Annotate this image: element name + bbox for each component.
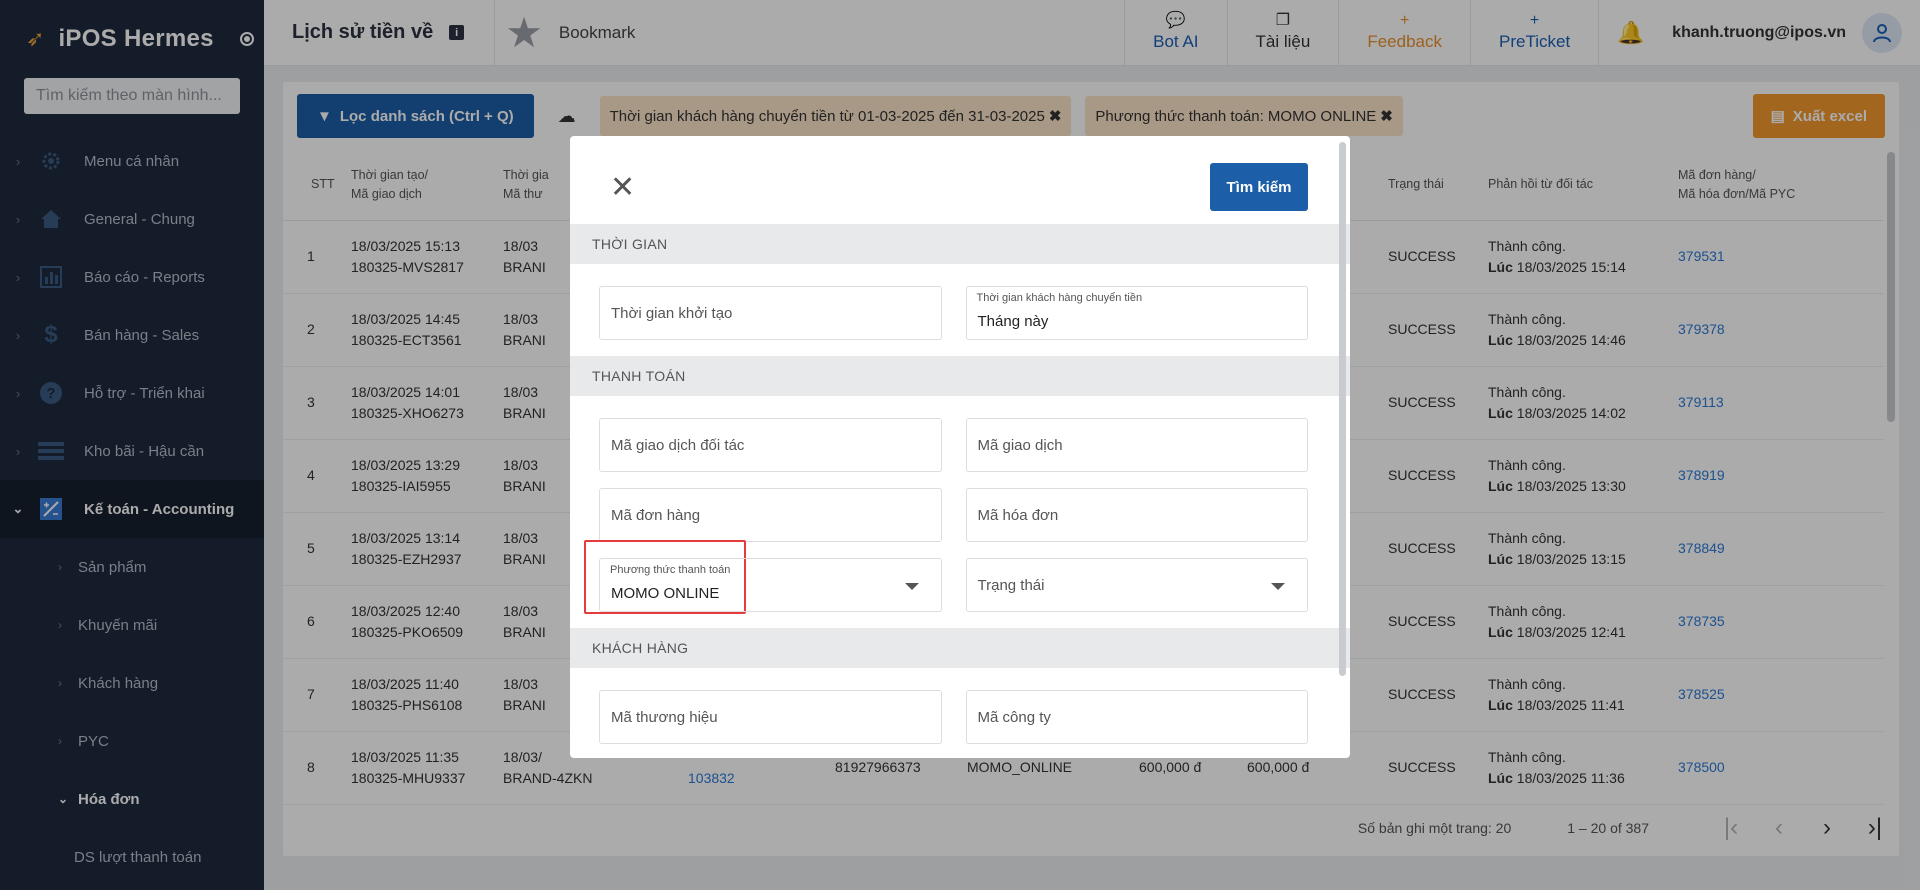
field-placeholder: Mã giao dịch đối tác — [611, 436, 745, 454]
filter-modal: ✕ Tìm kiếm THỜI GIAN Thời gian khởi tạo … — [570, 136, 1350, 758]
status-select[interactable]: Trạng thái — [965, 558, 1308, 612]
form-row: Mã đơn hàng Mã hóa đơn — [570, 488, 1350, 542]
field-placeholder: Thời gian khởi tạo — [611, 304, 733, 322]
field-placeholder: Mã công ty — [977, 708, 1051, 726]
form-row: Thời gian khởi tạo Thời gian khách hàng … — [570, 286, 1350, 340]
dropdown-arrow-icon — [1271, 583, 1285, 590]
section-time: THỜI GIAN — [570, 224, 1350, 264]
field-value: Tháng này — [977, 312, 1049, 330]
partner-tx-field[interactable]: Mã giao dịch đối tác — [599, 418, 942, 472]
created-time-field[interactable]: Thời gian khởi tạo — [599, 286, 942, 340]
section-payment: THANH TOÁN — [570, 356, 1350, 396]
close-icon[interactable]: ✕ — [610, 173, 635, 203]
invoice-code-field[interactable]: Mã hóa đơn — [965, 488, 1308, 542]
company-code-field[interactable]: Mã công ty — [965, 690, 1308, 744]
field-value: MOMO ONLINE — [611, 584, 720, 602]
field-placeholder: Mã thương hiệu — [611, 708, 718, 726]
field-label: Phương thức thanh toán — [610, 564, 731, 576]
transfer-time-field[interactable]: Thời gian khách hàng chuyển tiền Tháng n… — [965, 286, 1308, 340]
field-placeholder: Trạng thái — [977, 576, 1045, 594]
tx-code-field[interactable]: Mã giao dịch — [965, 418, 1308, 472]
modal-header: ✕ Tìm kiếm — [570, 136, 1350, 224]
field-placeholder: Mã đơn hàng — [611, 506, 701, 524]
brand-code-field[interactable]: Mã thương hiệu — [599, 690, 942, 744]
search-button[interactable]: Tìm kiếm — [1210, 163, 1308, 211]
dropdown-arrow-icon — [904, 583, 919, 590]
field-placeholder: Mã giao dịch — [977, 436, 1063, 454]
payment-method-select[interactable]: Phương thức thanh toán MOMO ONLINE — [599, 558, 942, 612]
form-row: Mã giao dịch đối tác Mã giao dịch — [570, 418, 1350, 472]
field-placeholder: Mã hóa đơn — [977, 506, 1059, 524]
form-row: Phương thức thanh toán MOMO ONLINE Trạng… — [570, 540, 1350, 614]
order-code-field[interactable]: Mã đơn hàng — [599, 488, 942, 542]
section-customer: KHÁCH HÀNG — [570, 628, 1350, 668]
modal-scrollbar[interactable] — [1339, 142, 1346, 676]
field-label: Thời gian khách hàng chuyển tiền — [976, 292, 1143, 304]
form-row: Mã thương hiệu Mã công ty — [570, 690, 1350, 744]
app-root: ➶ iPOS Hermes Tìm kiếm theo màn hình... … — [0, 0, 1920, 890]
